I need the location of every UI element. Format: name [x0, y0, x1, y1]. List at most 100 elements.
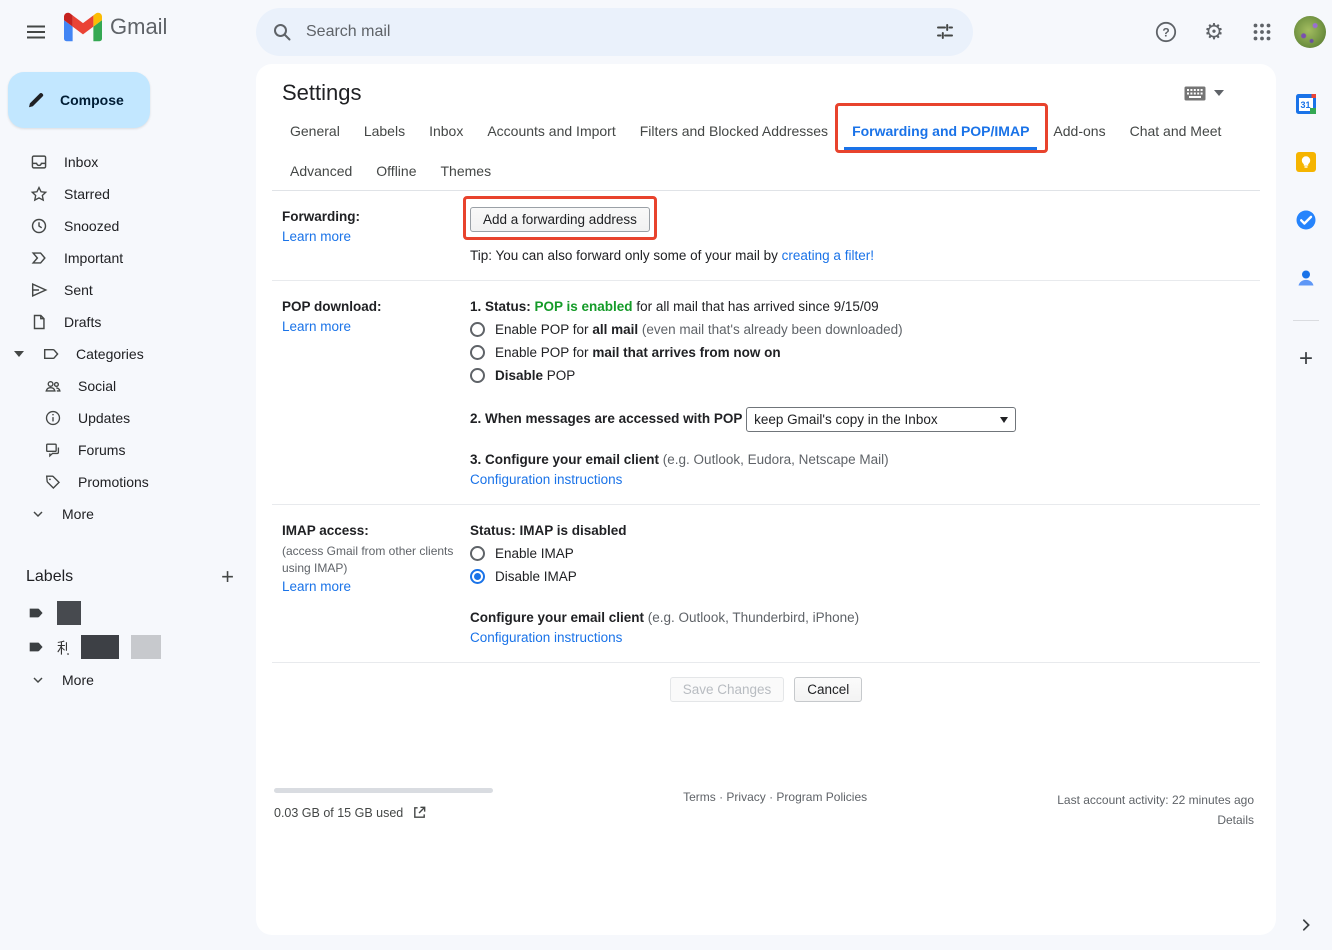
keep-icon[interactable] [1288, 144, 1324, 180]
pop-radio-from-now-on[interactable]: Enable POP for mail that arrives from no… [470, 343, 1250, 363]
tab-labels[interactable]: Labels [356, 112, 413, 150]
radio-checked-icon[interactable] [470, 569, 485, 584]
contacts-icon[interactable] [1288, 260, 1324, 296]
imap-radio-disable[interactable]: Disable IMAP [470, 567, 1250, 587]
gmail-logo[interactable]: Gmail [64, 12, 167, 42]
tab-inbox[interactable]: Inbox [421, 112, 471, 150]
tab-chat-and-meet[interactable]: Chat and Meet [1122, 112, 1230, 150]
sidebar-item-label: Social [78, 378, 116, 394]
redacted-label-name [131, 635, 161, 659]
sidebar-item-important[interactable]: Important [0, 242, 256, 274]
tab-general[interactable]: General [282, 112, 348, 150]
add-forwarding-address-button[interactable]: Add a forwarding address [470, 207, 650, 232]
compose-button[interactable]: Compose [8, 72, 150, 128]
sidebar-item-forums[interactable]: Forums [0, 434, 256, 466]
radio-unchecked-icon[interactable] [470, 546, 485, 561]
tab-add-ons[interactable]: Add-ons [1045, 112, 1113, 150]
chevron-down-icon[interactable] [1214, 90, 1224, 96]
tasks-icon[interactable] [1288, 202, 1324, 238]
external-link-icon[interactable] [412, 805, 427, 820]
imap-access-label: IMAP access: [282, 523, 369, 538]
tab-accounts-and-import[interactable]: Accounts and Import [479, 112, 623, 150]
pop-learn-more-link[interactable]: Learn more [282, 319, 351, 334]
imap-configuration-instructions-link[interactable]: Configuration instructions [470, 630, 622, 645]
promotions-icon [44, 473, 62, 491]
sidebar-item-promotions[interactable]: Promotions [0, 466, 256, 498]
sidebar-item-label: More [62, 506, 94, 522]
hamburger-menu-icon[interactable] [14, 10, 58, 54]
sidebar-item-label: Forums [78, 442, 125, 458]
forums-icon [44, 441, 62, 459]
pop-configuration-instructions-link[interactable]: Configuration instructions [470, 472, 622, 487]
sidebar-item-snoozed[interactable]: Snoozed [0, 210, 256, 242]
imap-learn-more-link[interactable]: Learn more [282, 579, 351, 594]
forwarding-learn-more-link[interactable]: Learn more [282, 229, 351, 244]
pop-behavior-select[interactable]: keep Gmail's copy in the Inbox [746, 407, 1016, 432]
sidebar-item-inbox[interactable]: Inbox [0, 146, 256, 178]
tab-filters-and-blocked-addresses[interactable]: Filters and Blocked Addresses [632, 112, 836, 150]
labels-more-label: More [62, 672, 94, 688]
sidebar-item-label: Updates [78, 410, 130, 426]
tune-icon[interactable] [925, 12, 965, 52]
sidebar-item-updates[interactable]: Updates [0, 402, 256, 434]
creating-a-filter-link[interactable]: creating a filter! [782, 248, 874, 263]
avatar[interactable] [1294, 16, 1326, 48]
apps-grid-icon[interactable] [1242, 12, 1282, 52]
sidebar-item-label: Promotions [78, 474, 149, 490]
help-icon[interactable]: ? [1146, 12, 1186, 52]
label-item-redacted-1[interactable] [0, 596, 256, 630]
select-value: keep Gmail's copy in the Inbox [754, 410, 937, 430]
tab-themes[interactable]: Themes [433, 152, 500, 190]
storage-block: 0.03 GB of 15 GB used [274, 780, 493, 830]
search-input[interactable]: Search mail [306, 23, 925, 41]
add-label-plus-icon[interactable]: + [221, 566, 234, 588]
sidebar-item-categories[interactable]: Categories [0, 338, 256, 370]
pop-radio-disable[interactable]: Disable POP [470, 366, 1250, 386]
footer-policy-links[interactable]: Terms · Privacy · Program Policies [683, 790, 867, 830]
sidebar-nav: Inbox Starred Snoozed Important Sent Dra… [0, 146, 256, 530]
forwarding-label: Forwarding: [282, 209, 360, 224]
pop-step3-label: 3. Configure your email client [470, 452, 659, 467]
redacted-label-name [81, 635, 119, 659]
sidebar-item-drafts[interactable]: Drafts [0, 306, 256, 338]
sidebar-item-more[interactable]: More [0, 498, 256, 530]
tab-advanced[interactable]: Advanced [282, 152, 360, 190]
radio-unchecked-icon[interactable] [470, 368, 485, 383]
sidebar-item-starred[interactable]: Starred [0, 178, 256, 210]
imap-radio-enable[interactable]: Enable IMAP [470, 544, 1250, 564]
save-changes-button[interactable]: Save Changes [670, 677, 785, 702]
collapse-triangle-icon[interactable] [14, 351, 24, 357]
sidebar: Compose Inbox Starred Snoozed Important … [0, 64, 256, 950]
imap-config-line: Configure your email client (e.g. Outloo… [470, 608, 1250, 628]
radio-label: Enable IMAP [495, 544, 574, 564]
details-link[interactable]: Details [1057, 810, 1254, 830]
labels-more[interactable]: More [0, 664, 256, 696]
inbox-icon [30, 153, 48, 171]
gear-icon[interactable]: ⚙ [1194, 12, 1234, 52]
tab-offline[interactable]: Offline [368, 152, 424, 190]
search-icon[interactable] [272, 22, 292, 42]
label-icon [27, 604, 45, 622]
radio-unchecked-icon[interactable] [470, 345, 485, 360]
search-bar[interactable]: Search mail [256, 8, 973, 56]
side-panel-chevron-icon[interactable] [1299, 918, 1313, 932]
cancel-button[interactable]: Cancel [794, 677, 862, 702]
calendar-icon[interactable]: 31 [1288, 86, 1324, 122]
pop-download-label: POP download: [282, 299, 382, 314]
pop-radio-all-mail[interactable]: Enable POP for all mail (even mail that'… [470, 320, 1250, 340]
label-item-redacted-2[interactable]: 利 [0, 630, 256, 664]
radio-label-muted: (even mail that's already been downloade… [638, 322, 903, 337]
radio-unchecked-icon[interactable] [470, 322, 485, 337]
top-bar: Gmail Search mail ? ⚙ [0, 0, 1332, 64]
sidebar-item-sent[interactable]: Sent [0, 274, 256, 306]
form-actions: Save Changes Cancel [272, 663, 1260, 712]
get-add-ons-plus-icon[interactable]: + [1299, 345, 1313, 373]
pop-step2-label: 2. When messages are accessed with POP [470, 411, 742, 426]
keyboard-icon[interactable] [1184, 86, 1206, 101]
chevron-down-icon [30, 506, 46, 522]
sidebar-item-social[interactable]: Social [0, 370, 256, 402]
tab-forwarding-and-pop-imap[interactable]: Forwarding and POP/IMAP [844, 112, 1037, 150]
input-method-selector[interactable] [1184, 86, 1224, 101]
settings-tabs-row2: Advanced Offline Themes [272, 150, 1260, 191]
pop-status-line: 1. Status: POP is enabled for all mail t… [470, 297, 1250, 317]
